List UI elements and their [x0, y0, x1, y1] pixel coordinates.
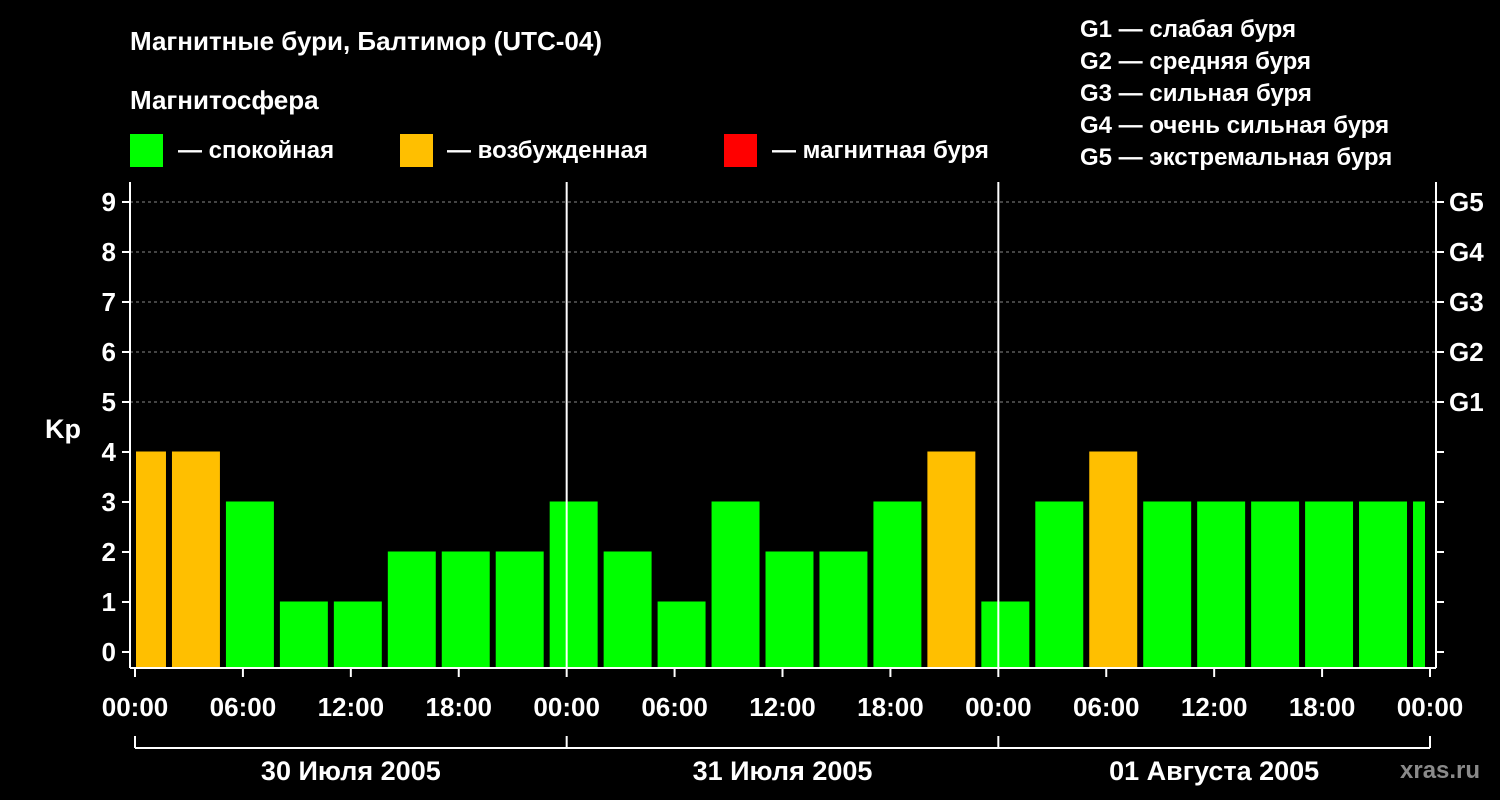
- y-tick-label: 2: [102, 537, 116, 567]
- bar: [387, 551, 436, 668]
- legend-swatch-quiet: [130, 134, 163, 167]
- bar: [1089, 451, 1138, 668]
- y-tick-label: 5: [102, 387, 116, 417]
- y-tick-label: 4: [102, 437, 117, 467]
- x-tick-label: 12:00: [749, 692, 816, 722]
- x-tick-label: 06:00: [641, 692, 708, 722]
- x-tick-label: 00:00: [102, 692, 169, 722]
- x-tick-label: 06:00: [210, 692, 277, 722]
- storm-scale-g1: G1 — слабая буря: [1080, 16, 1296, 43]
- bar: [1035, 501, 1084, 668]
- storm-scale-g3: G3 — сильная буря: [1080, 80, 1312, 107]
- bar: [1359, 501, 1408, 668]
- bar: [1251, 501, 1300, 668]
- bar: [333, 601, 382, 668]
- bar: [549, 501, 598, 668]
- kp-chart: Магнитные бури, Балтимор (UTC-04) Магнит…: [45, 16, 1484, 786]
- bar: [927, 451, 976, 668]
- bar: [981, 601, 1030, 668]
- g-level-label: G2: [1449, 337, 1484, 367]
- y-tick-label: 1: [102, 587, 116, 617]
- y-tick-label: 7: [102, 287, 116, 317]
- bar: [1197, 501, 1246, 668]
- x-tick-label: 00:00: [965, 692, 1032, 722]
- legend-swatch-storm: [724, 134, 757, 167]
- bar: [1143, 501, 1192, 668]
- legend-swatch-active: [400, 134, 433, 167]
- y-tick-label: 8: [102, 237, 116, 267]
- legend-title: Магнитосфера: [130, 85, 319, 115]
- day-label: 01 Августа 2005: [1109, 756, 1319, 786]
- y-tick-label: 0: [102, 637, 116, 667]
- watermark: xras.ru: [1400, 757, 1480, 784]
- g-level-label: G5: [1449, 187, 1484, 217]
- x-tick-label: 18:00: [426, 692, 493, 722]
- bar: [765, 551, 814, 668]
- legend-label-storm: — магнитная буря: [772, 137, 989, 164]
- storm-scale-g2: G2 — средняя буря: [1080, 48, 1311, 75]
- bar: [171, 451, 220, 668]
- y-tick-label: 3: [102, 487, 116, 517]
- x-tick-label: 00:00: [533, 692, 600, 722]
- x-tick-label: 12:00: [318, 692, 385, 722]
- x-tick-label: 18:00: [1289, 692, 1356, 722]
- bar: [279, 601, 328, 668]
- bar: [819, 551, 868, 668]
- g-level-label: G4: [1449, 237, 1484, 267]
- bar: [136, 451, 166, 668]
- bar: [711, 501, 760, 668]
- bar: [225, 501, 274, 668]
- y-tick-label: 9: [102, 187, 116, 217]
- g-level-label: G3: [1449, 287, 1484, 317]
- x-tick-label: 12:00: [1181, 692, 1248, 722]
- x-tick-label: 18:00: [857, 692, 924, 722]
- x-tick-label: 00:00: [1397, 692, 1464, 722]
- day-label: 30 Июля 2005: [261, 756, 441, 786]
- g-level-label: G1: [1449, 387, 1484, 417]
- bar: [603, 551, 652, 668]
- bar: [657, 601, 706, 668]
- x-tick-label: 06:00: [1073, 692, 1140, 722]
- storm-scale-g4: G4 — очень сильная буря: [1080, 112, 1389, 139]
- bar: [441, 551, 490, 668]
- plot-area: 0 1 2 3 4 5 6 7 8 9 G1 G2 G3 G4 G5 00:00 06:00 12:00 18:00…: [102, 182, 1484, 786]
- bar: [1413, 501, 1425, 668]
- day-label: 31 Июля 2005: [693, 756, 873, 786]
- y-axis-label: Kp: [45, 414, 81, 444]
- chart-title: Магнитные бури, Балтимор (UTC-04): [130, 26, 602, 56]
- bar: [873, 501, 922, 668]
- bar: [495, 551, 544, 668]
- y-tick-label: 6: [102, 337, 116, 367]
- storm-scale-g5: G5 — экстремальная буря: [1080, 144, 1392, 171]
- legend-label-active: — возбужденная: [447, 137, 648, 164]
- bar: [1305, 501, 1354, 668]
- legend-label-quiet: — спокойная: [178, 137, 334, 164]
